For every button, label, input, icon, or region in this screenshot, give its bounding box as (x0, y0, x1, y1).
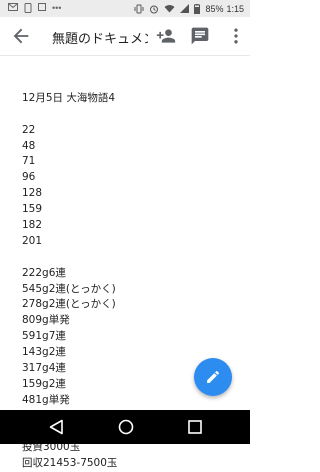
document-line: 201 (22, 234, 43, 247)
status-icons: 85% (134, 3, 224, 14)
battery-icon (194, 3, 201, 14)
more-options-button[interactable] (226, 26, 246, 46)
wifi-icon (164, 5, 175, 13)
document-line: 48 (22, 139, 36, 152)
back-button[interactable] (10, 25, 32, 47)
clock: 1:15 (226, 3, 244, 14)
document-line: 回収21453-7500玉 (22, 457, 118, 470)
document-line: 591g7連 (22, 330, 66, 343)
document-line: 278g2連(とっかく) (22, 298, 116, 311)
triangle-back-icon (49, 419, 63, 435)
person-add-icon (156, 29, 176, 43)
nav-home-button[interactable] (117, 419, 135, 435)
comment-button[interactable] (190, 26, 210, 46)
document-line: 12月5日 大海物語4 (22, 91, 116, 104)
square-icon (38, 3, 46, 11)
arrow-left-icon (13, 28, 29, 44)
more-vert-icon (234, 28, 238, 44)
mail-icon (8, 3, 18, 11)
document-line: 481g単発 (22, 393, 70, 406)
document-line: 809g単発 (22, 314, 70, 327)
app-toolbar: 無題のドキュメント (0, 17, 250, 56)
square-recents-icon (188, 420, 202, 434)
phone-icon (24, 3, 32, 13)
document-line: 182 (22, 219, 43, 232)
document-line: 143g2連 (22, 346, 66, 359)
comment-icon (191, 27, 209, 45)
pencil-icon (207, 370, 219, 383)
status-bar: ••• 85% 1:15 (0, 0, 250, 17)
document-title: 無題のドキュメント (52, 32, 148, 47)
share-button[interactable] (156, 26, 176, 46)
alarm-icon (150, 5, 159, 13)
document-line: 128 (22, 187, 43, 200)
document-line: 96 (22, 171, 36, 184)
signal-icon (180, 4, 190, 13)
document-line: 71 (22, 155, 36, 168)
system-nav-bar (0, 410, 250, 444)
nav-back-button[interactable] (48, 419, 66, 435)
document-line: 22 (22, 123, 36, 136)
vibrate-icon (134, 4, 144, 13)
document-line: 545g2連(とっかく) (22, 282, 116, 295)
battery-percent: 85% (205, 3, 224, 14)
circle-home-icon (118, 419, 134, 435)
nav-recents-button[interactable] (186, 419, 204, 435)
ellipsis-icon: ••• (52, 3, 62, 13)
notification-icons: ••• (8, 3, 61, 13)
document-line: 222g6連 (22, 266, 66, 279)
document-line: 159 (22, 203, 43, 216)
edit-fab[interactable] (194, 358, 232, 396)
